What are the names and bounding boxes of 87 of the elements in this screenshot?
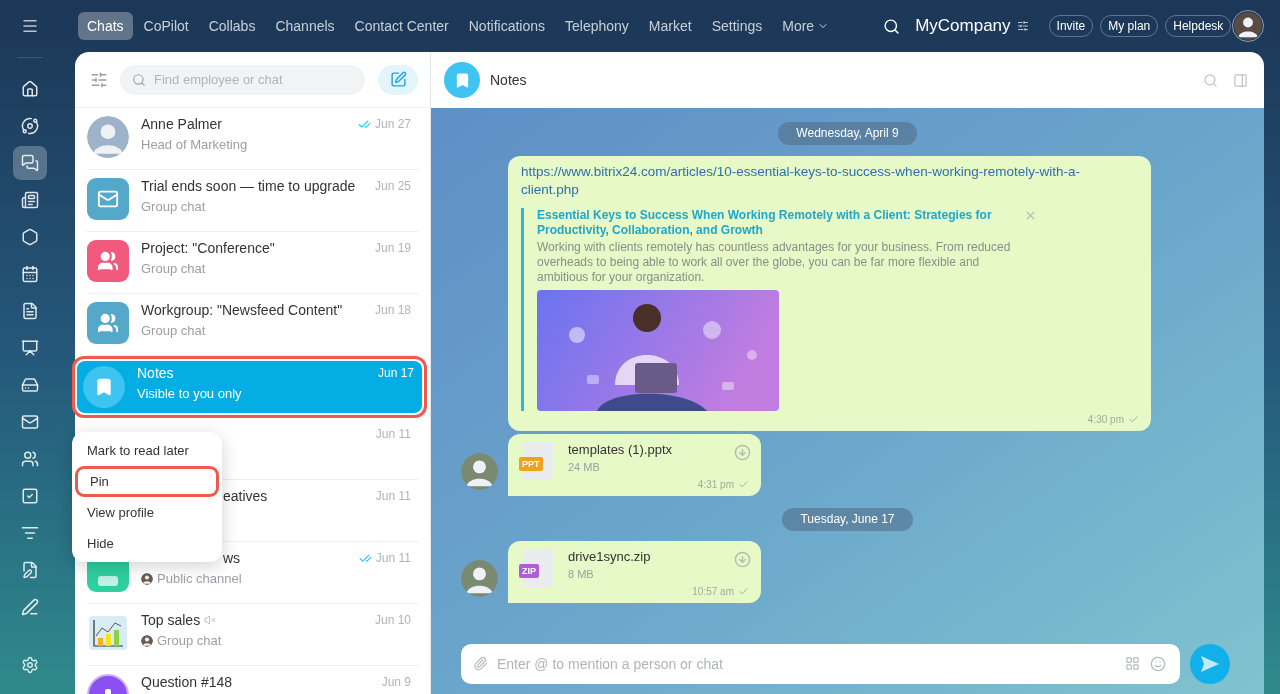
- sliders-icon[interactable]: [1016, 20, 1029, 32]
- file-name: templates (1).pptx: [568, 441, 674, 459]
- chat-subtitle: Group chat: [141, 198, 206, 216]
- preview-description: Working with clients remotely has countless advantages for your business. From reduced overheads to being able to work all over the globe, you can be far more flexible and ambitious for your organization.: [537, 240, 1012, 285]
- nav-tab[interactable]: Contact Center: [345, 12, 458, 40]
- message-time: 4:30 pm: [1087, 413, 1124, 427]
- calendar-icon: [21, 265, 39, 283]
- nav-tab[interactable]: Channels: [266, 12, 344, 40]
- preview-title: Essential Keys to Success When Working Remotely with a Client: Strategies for Productivity, Collaboration, and Growth: [537, 208, 993, 238]
- chat-date: Jun 11: [375, 426, 411, 443]
- people-icon: [21, 450, 39, 468]
- chat-subtitle: Visible to you only: [137, 385, 242, 403]
- menu-icon[interactable]: [21, 17, 39, 35]
- message-field[interactable]: Enter @ to mention a person or chat: [461, 644, 1180, 684]
- chat-title: eatives: [223, 486, 268, 506]
- chat-title: Trial ends soon — time to upgrade: [141, 176, 356, 196]
- search-field[interactable]: Find employee or chat: [120, 64, 365, 95]
- filter-icon: [21, 524, 39, 542]
- file-size: 8 MB: [568, 567, 595, 582]
- sidebar-toggle-icon[interactable]: [1233, 72, 1248, 88]
- rail-button[interactable]: [13, 146, 47, 180]
- chat-title: Question #148: [141, 672, 233, 692]
- chat-date: Jun 11: [375, 488, 411, 505]
- avatar: [461, 560, 498, 597]
- filter-icon[interactable]: [90, 70, 108, 89]
- hexagon-icon: [21, 228, 39, 246]
- nav-tab[interactable]: Settings: [702, 12, 772, 40]
- newspaper-icon: [21, 191, 39, 209]
- chat-date: Jun 10: [374, 612, 411, 629]
- chat-subtitle: Public channel: [157, 570, 242, 588]
- chat-subtitle: Group chat: [141, 260, 206, 278]
- presentation-icon: [21, 339, 39, 357]
- message-time: 10:57 am: [692, 585, 734, 599]
- chat-title: Notes: [490, 70, 527, 90]
- pen-icon: [21, 598, 39, 616]
- file-edit-icon: [21, 561, 39, 579]
- paperclip-icon[interactable]: [473, 656, 488, 671]
- chat-subtitle: Group chat: [157, 632, 222, 650]
- small-avatar: [141, 572, 153, 585]
- chat-date: Jun 11: [375, 550, 411, 567]
- nav-tab[interactable]: Collabs: [199, 12, 265, 40]
- avatar: [461, 453, 498, 490]
- document-icon: [21, 302, 39, 320]
- bookmark-avatar: [444, 62, 480, 98]
- menu-item[interactable]: Pin: [78, 466, 216, 497]
- message-link[interactable]: https://www.bitrix24.com/articles/10-essential-keys-to-success-when-working-remotely-with-a-client.php: [521, 163, 1121, 199]
- nav-tab[interactable]: Notifications: [459, 12, 554, 40]
- avatar: [87, 116, 129, 158]
- chat-title: Workgroup: "Newsfeed Content": [141, 300, 343, 320]
- nav-tab[interactable]: More: [773, 12, 839, 40]
- chat-bubbles-icon: [21, 154, 39, 172]
- mail-icon: [21, 413, 39, 431]
- chat-title: Top sales: [141, 610, 201, 630]
- nav-tab[interactable]: Chats: [78, 12, 133, 40]
- orbit-icon: [21, 117, 39, 135]
- chat-title: Notes: [137, 363, 174, 383]
- file-size: 24 MB: [568, 460, 601, 475]
- chat-date: Jun 17: [377, 365, 414, 382]
- user-avatar: [1234, 12, 1262, 40]
- settings-icon[interactable]: [21, 656, 39, 674]
- nav-tab[interactable]: Telephony: [556, 12, 638, 40]
- chat-title: Anne Palmer: [141, 114, 222, 134]
- house-icon: [21, 80, 39, 98]
- send-icon: [1200, 655, 1220, 673]
- chat-title: Project: "Conference": [141, 238, 275, 258]
- chat-date: Jun 19: [374, 240, 411, 257]
- chat-title: ws: [223, 548, 241, 568]
- new-chat-button[interactable]: [378, 64, 418, 95]
- chat-subtitle: Group chat: [141, 322, 206, 340]
- message-time: 4:31 pm: [697, 478, 734, 492]
- menu-item[interactable]: View profile: [75, 497, 219, 528]
- nav-tab[interactable]: CoPilot: [134, 12, 198, 40]
- nav-tab[interactable]: Market: [639, 12, 701, 40]
- drive-icon: [21, 376, 39, 394]
- file-name: drive1sync.zip: [568, 548, 652, 566]
- chat-date: Jun 9: [381, 674, 411, 691]
- search-icon[interactable]: [883, 17, 901, 35]
- company-name[interactable]: MyCompany: [915, 13, 1011, 39]
- search-icon: [132, 72, 146, 87]
- compose-icon: [389, 71, 407, 88]
- chat-date: Jun 18: [374, 302, 411, 319]
- checkbox-icon: [21, 487, 39, 505]
- small-avatar: [141, 634, 153, 647]
- chat-subtitle: Head of Marketing: [141, 136, 248, 154]
- menu-item[interactable]: Mark to read later: [75, 435, 219, 466]
- chat-date: Jun 25: [374, 178, 411, 195]
- chat-date: Jun 27: [374, 116, 411, 133]
